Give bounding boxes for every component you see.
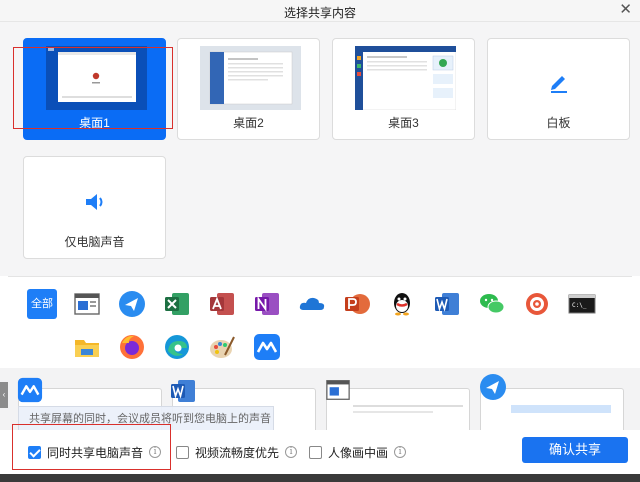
- video-smoothness-option[interactable]: 视频流畅度优先 i: [176, 444, 298, 460]
- screen-label: 白板: [546, 116, 571, 130]
- access-icon[interactable]: [208, 290, 236, 318]
- screen-card-audio-only[interactable]: 仅电脑声音: [23, 156, 166, 259]
- firefox-icon[interactable]: [118, 333, 146, 361]
- picture-in-picture-checkbox[interactable]: [309, 445, 322, 459]
- title-bar: 选择共享内容 ✕: [0, 0, 640, 22]
- share-audio-tooltip: 共享屏幕的同时，会议成员将听到您电脑上的声音: [18, 406, 274, 432]
- screen-selection-area: 桌面1 桌面2 桌面3 白板 仅电脑声音: [0, 22, 640, 276]
- info-icon[interactable]: i: [149, 446, 162, 458]
- close-icon[interactable]: ✕: [619, 2, 632, 18]
- option-label: 视频流畅度优先: [195, 445, 280, 460]
- speaker-icon: [86, 194, 103, 210]
- desktop-3-thumbnail: [355, 46, 456, 110]
- screen-label: 仅电脑声音: [64, 235, 125, 249]
- excel-icon[interactable]: [163, 290, 191, 318]
- powerpoint-icon[interactable]: [343, 290, 371, 318]
- pen-icon: [551, 76, 567, 93]
- feishu-icon[interactable]: [118, 290, 146, 318]
- option-label: 人像画中画: [328, 445, 389, 460]
- screen-label: 桌面1: [79, 116, 110, 130]
- share-computer-audio-option[interactable]: 同时共享电脑声音 i: [28, 444, 162, 460]
- taskbar-strip: [0, 474, 640, 482]
- scroll-left-icon[interactable]: ‹: [0, 382, 8, 408]
- tencent-meeting-icon: [17, 377, 43, 403]
- wechat-icon[interactable]: [478, 290, 506, 318]
- file-explorer-icon[interactable]: [73, 333, 101, 361]
- tencent-meeting-icon[interactable]: [253, 333, 281, 361]
- window-preview-feishu[interactable]: [480, 374, 624, 430]
- word-icon[interactable]: [433, 290, 461, 318]
- window-icon[interactable]: [73, 290, 101, 318]
- window-preview-explorer[interactable]: [326, 380, 470, 430]
- desktop-2-thumbnail: [200, 46, 301, 110]
- share-computer-audio-checkbox[interactable]: [28, 445, 41, 459]
- screen-card-desktop-2[interactable]: 桌面2: [177, 38, 320, 140]
- onedrive-icon[interactable]: [298, 290, 326, 318]
- onenote-icon[interactable]: [253, 290, 281, 318]
- screen-label: 桌面2: [233, 116, 264, 130]
- paint-icon[interactable]: [208, 333, 236, 361]
- picture-in-picture-option[interactable]: 人像画中画 i: [309, 444, 407, 460]
- snail-app-icon[interactable]: [523, 290, 551, 318]
- word-icon: [171, 380, 195, 402]
- screen-card-whiteboard[interactable]: 白板: [487, 38, 630, 140]
- qq-icon[interactable]: [388, 290, 416, 318]
- app-window-grid: 全部 C:\_: [8, 276, 632, 368]
- feishu-icon: [480, 374, 506, 400]
- option-label: 同时共享电脑声音: [47, 445, 144, 460]
- info-icon[interactable]: i: [285, 446, 298, 458]
- edge-icon[interactable]: [163, 333, 191, 361]
- window-icon: [326, 380, 350, 400]
- screen-label: 桌面3: [388, 116, 419, 130]
- dialog-title: 选择共享内容: [283, 6, 356, 20]
- svg-text:C:\_: C:\_: [572, 302, 587, 309]
- filter-all-button[interactable]: 全部: [27, 289, 57, 319]
- screen-card-desktop-3[interactable]: 桌面3: [332, 38, 475, 140]
- video-smoothness-checkbox[interactable]: [176, 445, 189, 459]
- terminal-icon[interactable]: C:\_: [568, 290, 596, 318]
- info-icon[interactable]: i: [394, 446, 407, 458]
- confirm-share-button[interactable]: 确认共享: [522, 437, 628, 463]
- desktop-1-thumbnail: [46, 46, 147, 110]
- screen-card-desktop-1[interactable]: 桌面1: [23, 38, 166, 140]
